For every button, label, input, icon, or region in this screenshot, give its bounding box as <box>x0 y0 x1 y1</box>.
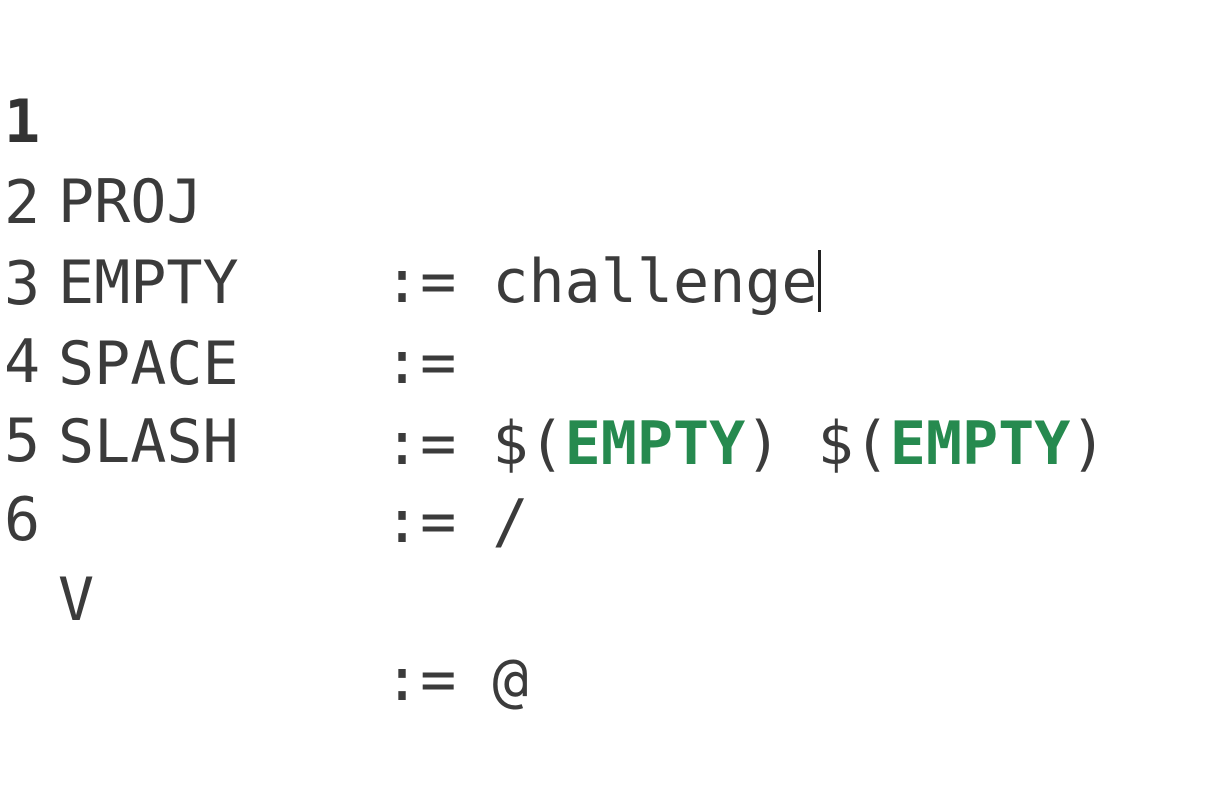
variable-reference: EMPTY <box>564 409 746 479</box>
assignment-operator: := <box>384 409 457 479</box>
assignment-operator: := <box>384 328 457 398</box>
code-line[interactable]: 4 SLASH := / <box>0 242 529 557</box>
variable-reference-open: $( <box>492 409 565 479</box>
text-cursor <box>818 250 822 313</box>
assignment-value: @ <box>492 645 529 715</box>
assignment-value: challenge <box>492 247 818 317</box>
code-editor[interactable]: 1 PROJ := challenge 2 EMPTY := 3 SPACE :… <box>0 0 1214 715</box>
assignment-operator: := <box>384 487 457 557</box>
assignment-expression: := <box>384 323 492 403</box>
line-number: 6 <box>4 485 41 555</box>
assignment-value: / <box>492 487 529 557</box>
assignment-expression: := challenge <box>384 242 822 322</box>
assignment-operator: := <box>384 645 457 715</box>
assignment-operator: := <box>384 247 457 317</box>
code-line[interactable]: 6 V := @ <box>0 400 529 715</box>
variable-reference-close: ) <box>1070 409 1107 479</box>
code-line[interactable]: 2 EMPTY := <box>0 83 456 398</box>
code-line[interactable]: 5 <box>0 321 145 476</box>
variable-reference-open: $( <box>817 409 890 479</box>
variable-reference-close: ) <box>745 409 782 479</box>
code-line[interactable]: 3 SPACE := $(EMPTY) $(EMPTY) <box>0 164 1107 479</box>
assignment-expression: := $(EMPTY) $(EMPTY) <box>384 404 1107 484</box>
assignment-expression: := @ <box>384 640 529 720</box>
variable-name: V <box>58 565 95 635</box>
variable-reference: EMPTY <box>889 409 1071 479</box>
code-line[interactable]: 1 PROJ := challenge <box>0 2 822 317</box>
assignment-expression: := / <box>384 482 529 562</box>
